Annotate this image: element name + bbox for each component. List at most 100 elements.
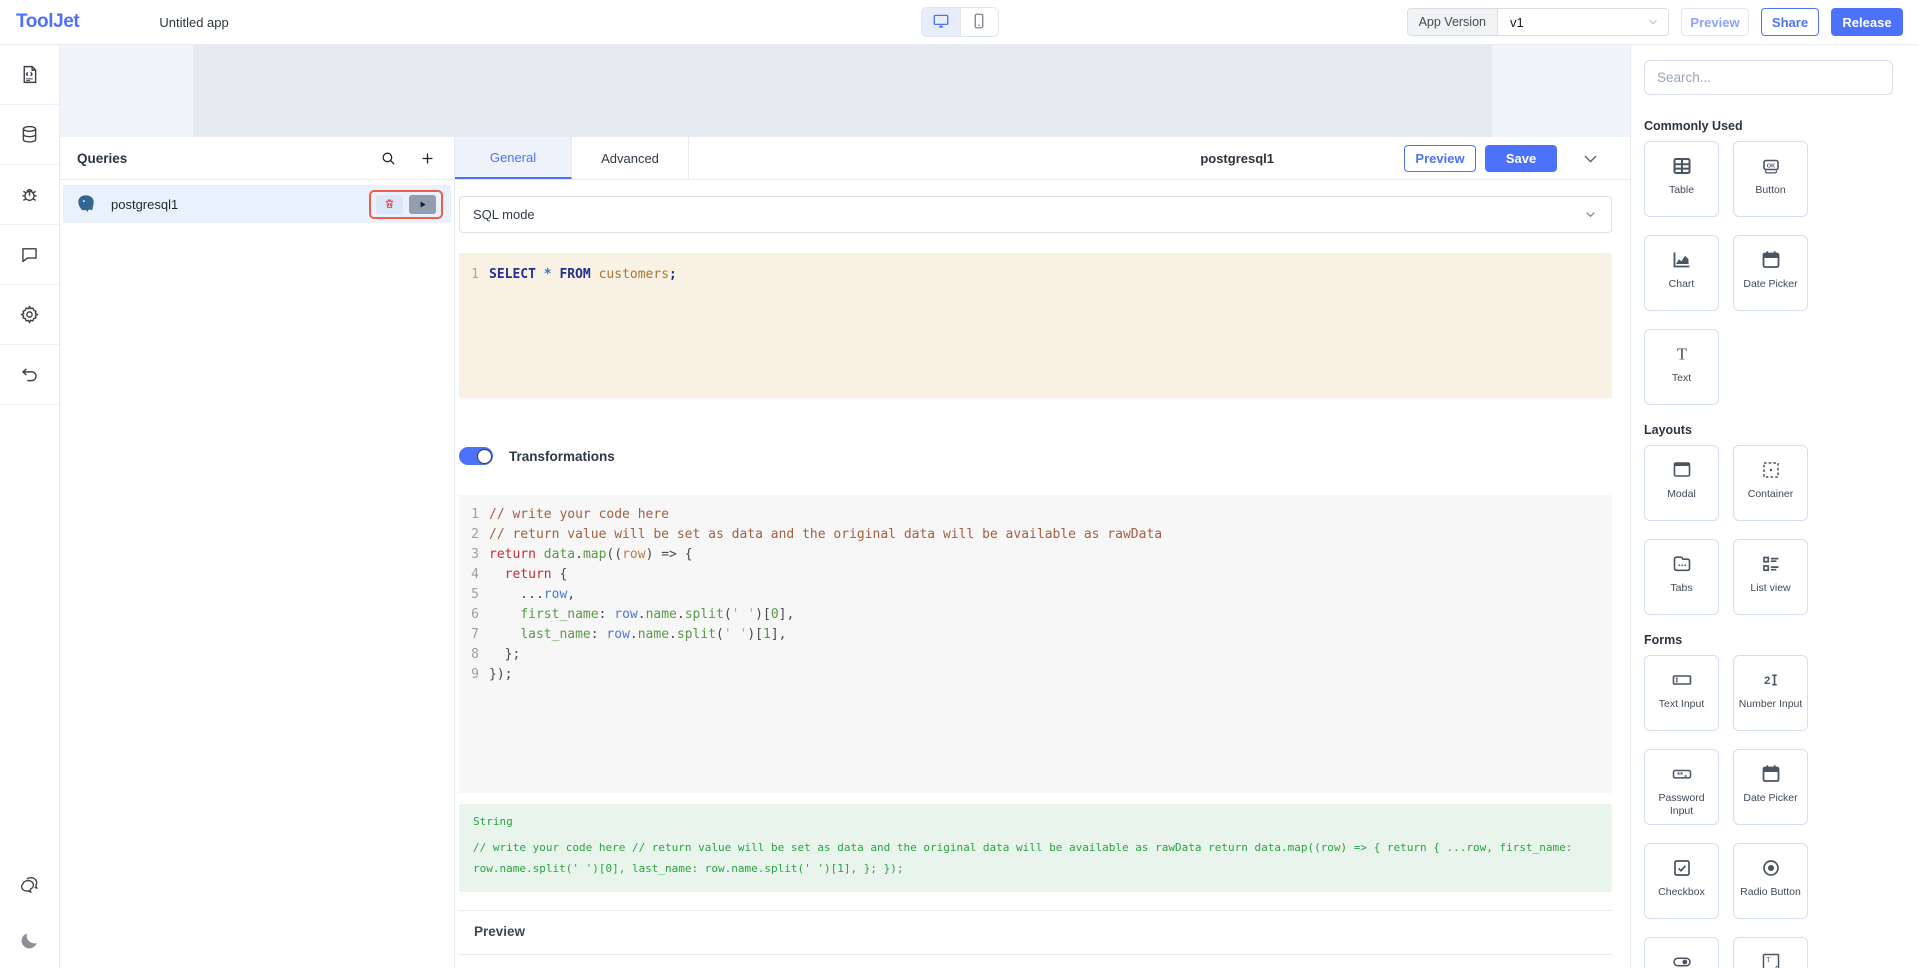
app-version-select[interactable]: App Version v1 (1407, 8, 1669, 36)
query-preview-button[interactable]: Preview (1404, 145, 1476, 172)
widget-card-chart[interactable]: Chart (1644, 235, 1719, 311)
code-line: 3return data.map((row) => { (459, 545, 1612, 565)
widgets-panel: Commonly UsedTableOKButtonChartDate Pick… (1630, 45, 1919, 968)
widget-section: LayoutsModalContainerTabsList view (1644, 423, 1893, 615)
collapse-editor-icon[interactable] (1581, 149, 1600, 168)
passwordinput-icon: ** (1669, 761, 1695, 787)
table-icon (1669, 153, 1695, 179)
widget-card-password-input[interactable]: ** Password Input (1644, 749, 1719, 825)
widget-card-textarea[interactable]: TTextarea (1733, 937, 1808, 968)
run-query-button[interactable] (409, 195, 436, 214)
button-icon: OK (1758, 153, 1784, 179)
canvas-area[interactable] (193, 45, 1492, 137)
transformation-code-editor[interactable]: 1// write your code here2// return value… (459, 495, 1612, 793)
comments-icon (19, 244, 40, 265)
line-number: 2 (459, 525, 489, 545)
widget-section: Forms Text Input 2 Number Input ** Password I… (1644, 633, 1893, 968)
mobile-view-button[interactable] (960, 8, 998, 36)
chevron-down-icon (1583, 207, 1598, 222)
sidebar-item-pages[interactable] (0, 45, 59, 105)
tooljet-logo[interactable]: ToolJet (16, 11, 79, 33)
svg-text:**: ** (1677, 770, 1683, 779)
query-actions-annotation (369, 190, 443, 219)
result-type-label: String (473, 815, 1598, 828)
svg-text:2: 2 (1764, 675, 1770, 687)
trash-icon (384, 197, 395, 212)
widget-card-tabs[interactable]: Tabs (1644, 539, 1719, 615)
line-number: 6 (459, 605, 489, 625)
widget-section-title: Forms (1644, 633, 1893, 647)
widget-grid: Text Input 2 Number Input ** Password Input D… (1644, 655, 1893, 968)
modal-icon (1669, 457, 1695, 483)
toggleswitch-icon (1669, 949, 1695, 968)
release-button[interactable]: Release (1831, 8, 1903, 36)
sidebar-top (0, 45, 59, 405)
desktop-view-button[interactable] (922, 8, 960, 36)
sidebar-item-settings[interactable] (0, 285, 59, 345)
widget-card-list-view[interactable]: List view (1733, 539, 1808, 615)
query-save-button[interactable]: Save (1485, 145, 1557, 172)
top-header: ToolJet Untitled app App Version v1 Prev… (0, 0, 1919, 45)
widget-card-table[interactable]: Table (1644, 141, 1719, 217)
sidebar-item-dark-mode[interactable] (0, 912, 59, 968)
delete-query-button[interactable] (376, 195, 403, 214)
text-icon: T (1669, 341, 1695, 367)
widget-card-date-picker[interactable]: Date Picker (1733, 235, 1808, 311)
widget-card-button[interactable]: OKButton (1733, 141, 1808, 217)
widget-label: Date Picker (1740, 278, 1800, 291)
search-queries-icon[interactable] (380, 150, 397, 167)
app-canvas[interactable] (60, 45, 1630, 137)
code-text: ...row, (489, 585, 575, 605)
line-number: 1 (459, 505, 489, 525)
widget-card-text-input[interactable]: Text Input (1644, 655, 1719, 731)
code-line: 2// return value will be set as data and… (459, 525, 1612, 545)
tab-advanced[interactable]: Advanced (572, 137, 689, 179)
tab-general[interactable]: General (455, 137, 572, 179)
svg-text:OK: OK (1766, 164, 1774, 170)
sidebar-item-undo[interactable] (0, 345, 59, 405)
datepicker-icon (1758, 247, 1784, 273)
container-icon (1758, 457, 1784, 483)
query-list-item[interactable]: postgresql1 (63, 185, 451, 223)
query-preview-section: Preview (459, 910, 1612, 955)
svg-text:T: T (1676, 345, 1687, 364)
widget-label: Checkbox (1655, 886, 1708, 899)
pages-icon (19, 64, 40, 85)
line-number: 5 (459, 585, 489, 605)
help-icon (19, 874, 40, 895)
widget-card-date-picker[interactable]: Date Picker (1733, 749, 1808, 825)
code-text: last_name: row.name.split(' ')[1], (489, 625, 786, 645)
numberinput-icon: 2 (1758, 667, 1784, 693)
widget-card-text[interactable]: TText (1644, 329, 1719, 405)
app-version-value: v1 (1498, 15, 1646, 30)
add-query-icon[interactable] (419, 150, 436, 167)
widget-card-checkbox[interactable]: Checkbox (1644, 843, 1719, 919)
sidebar-item-debugger[interactable] (0, 165, 59, 225)
sidebar-item-datasources[interactable] (0, 105, 59, 165)
widget-label: Number Input (1736, 698, 1806, 711)
line-number: 7 (459, 625, 489, 645)
transformations-toggle[interactable] (459, 447, 493, 465)
widget-card-radio-button[interactable]: Radio Button (1733, 843, 1808, 919)
widget-card-container[interactable]: Container (1733, 445, 1808, 521)
share-button[interactable]: Share (1761, 8, 1819, 36)
widget-label: Password Input (1645, 792, 1718, 818)
app-title[interactable]: Untitled app (159, 15, 228, 30)
queries-title: Queries (77, 151, 127, 166)
widget-card-number-input[interactable]: 2 Number Input (1733, 655, 1808, 731)
widget-card-toggle-switch[interactable]: Toggle Switch (1644, 937, 1719, 968)
left-sidebar (0, 45, 60, 968)
sql-code-editor[interactable]: 1SELECT * FROM customers; (459, 253, 1612, 398)
query-mode-select[interactable]: SQL mode (459, 196, 1612, 233)
line-number: 9 (459, 665, 489, 685)
widget-card-modal[interactable]: Modal (1644, 445, 1719, 521)
sidebar-item-comments[interactable] (0, 225, 59, 285)
preview-app-button[interactable]: Preview (1681, 8, 1749, 36)
widget-label: Chart (1666, 278, 1698, 291)
code-text: // return value will be set as data and … (489, 525, 1162, 545)
play-icon (418, 197, 427, 212)
sidebar-item-help[interactable] (0, 856, 59, 912)
datepicker-icon (1758, 761, 1784, 787)
widget-search-input[interactable] (1644, 60, 1893, 95)
code-text: }; (489, 645, 520, 665)
